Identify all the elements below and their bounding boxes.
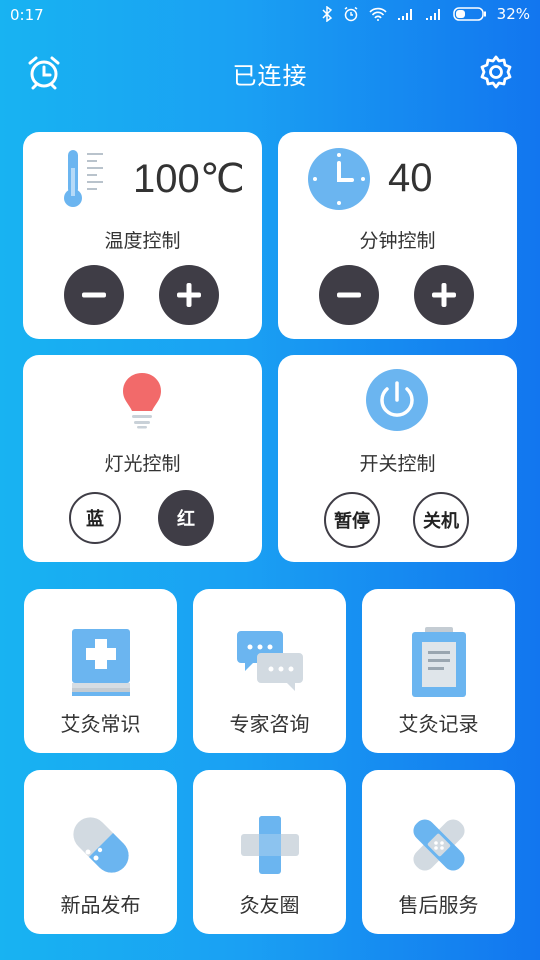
chat-bubbles-icon — [236, 631, 303, 691]
battery-icon — [452, 7, 486, 21]
tile-new-products[interactable]: 新品发布 — [24, 770, 177, 934]
tile-moxa-friends[interactable]: 灸友圈 — [193, 770, 346, 934]
status-icons: 32% — [321, 5, 530, 23]
power-control-label: 开关控制 — [359, 453, 436, 475]
temperature-increase-button[interactable] — [159, 265, 219, 325]
temperature-value: 100℃ — [133, 157, 245, 201]
minus-icon — [82, 292, 106, 298]
page-title: 已连接 — [232, 62, 308, 90]
medical-book-icon — [71, 629, 130, 696]
tile-moxibustion-knowledge[interactable]: 艾灸常识 — [24, 589, 177, 753]
temperature-decrease-button[interactable] — [64, 265, 124, 325]
gear-icon — [480, 55, 512, 89]
minutes-control-card: 40 分钟控制 — [278, 132, 517, 339]
minutes-control-label: 分钟控制 — [359, 230, 436, 252]
tile-label: 艾灸常识 — [60, 712, 141, 736]
temperature-control-card: 100℃ 温度控制 — [23, 132, 262, 339]
settings-button[interactable] — [478, 54, 514, 90]
plus-icon — [432, 283, 456, 307]
plus-icon — [177, 283, 201, 307]
tile-label: 售后服务 — [398, 893, 479, 917]
tile-label: 新品发布 — [60, 893, 141, 917]
bandage-icon — [412, 819, 465, 871]
bluetooth-icon — [322, 6, 332, 22]
power-icon — [366, 369, 428, 431]
minus-icon — [337, 292, 361, 298]
wifi-icon — [369, 7, 387, 21]
app-header: 已连接 — [0, 40, 540, 104]
tile-label: 灸友圈 — [239, 893, 300, 917]
light-control-card: 灯光控制 蓝 红 — [23, 355, 262, 562]
light-red-button[interactable]: 红 — [158, 490, 214, 546]
capsule-icon — [72, 817, 129, 873]
alarm-status-icon — [344, 6, 358, 22]
thermometer-icon — [64, 150, 103, 207]
minutes-increase-button[interactable] — [414, 265, 474, 325]
battery-percent: 32% — [496, 5, 530, 23]
status-time: 0:17 — [10, 6, 44, 24]
minutes-decrease-button[interactable] — [319, 265, 379, 325]
shutdown-button[interactable]: 关机 — [413, 492, 469, 548]
medical-cross-icon — [240, 816, 299, 874]
signal-icon-2 — [425, 9, 440, 20]
tile-expert-consult[interactable]: 专家咨询 — [193, 589, 346, 753]
clock-icon — [308, 148, 370, 210]
tile-after-sales[interactable]: 售后服务 — [362, 770, 515, 934]
light-bulb-icon — [123, 373, 161, 429]
light-blue-button[interactable]: 蓝 — [69, 492, 121, 544]
tile-label: 专家咨询 — [229, 712, 310, 736]
temperature-control-label: 温度控制 — [104, 230, 181, 252]
tile-moxibustion-records[interactable]: 艾灸记录 — [362, 589, 515, 753]
pause-button[interactable]: 暂停 — [324, 492, 380, 548]
signal-icon-1 — [397, 9, 412, 20]
clipboard-icon — [411, 627, 466, 697]
minutes-value: 40 — [388, 156, 433, 200]
light-control-label: 灯光控制 — [104, 453, 181, 475]
tile-label: 艾灸记录 — [398, 712, 479, 736]
power-control-card: 开关控制 暂停 关机 — [278, 355, 517, 562]
status-bar: 0:17 32% — [0, 0, 540, 30]
